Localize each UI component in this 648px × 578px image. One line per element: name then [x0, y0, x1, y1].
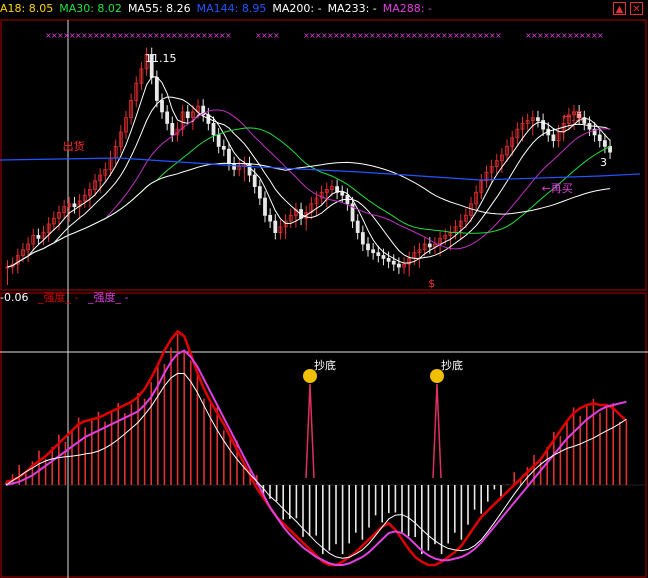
ma-magenta-line — [7, 109, 611, 268]
price-panel-frame — [0, 19, 647, 291]
ma-legend-item: A18: 8.05 — [0, 2, 54, 15]
candle-body — [185, 111, 190, 119]
candle-body — [340, 191, 345, 196]
price-annotation: 出货 — [63, 139, 85, 153]
ma-legend: A18: 8.05 MA30: 8.02 MA55: 8.26 MA144: 8.95… — [0, 0, 648, 18]
candle-body — [160, 100, 164, 113]
strength-label-red: _强度_ — [37, 291, 71, 304]
strength-value-magenta: - — [124, 291, 129, 304]
candle-body — [216, 134, 221, 147]
candle-body — [376, 252, 381, 256]
candle-body — [221, 145, 226, 150]
price-annotation: $ — [428, 277, 435, 290]
candle-body — [247, 163, 252, 176]
price-annotation: 3 — [600, 156, 607, 169]
candle-body — [170, 123, 175, 136]
candle-body — [165, 111, 170, 124]
candle-body — [263, 197, 267, 216]
indicator-value: -0.06 — [0, 291, 29, 304]
candle-body — [355, 220, 360, 233]
candle-body — [427, 243, 432, 248]
candle-body — [391, 260, 396, 265]
chart-canvas: × × × × × × × × × × × × × × × × × × × × × × × × × × × × × × × × × × × × × × × ×… — [0, 19, 648, 578]
signal-marker: × — [225, 31, 232, 40]
candle-body — [371, 249, 376, 254]
candle-body — [211, 123, 216, 136]
strength-label-magenta: _强度_ — [87, 291, 121, 304]
price-annotation: 11.15 — [145, 52, 177, 65]
ma-legend-item: MA55: 8.26 — [127, 2, 191, 15]
bottom-signal-label: 抄底 — [314, 358, 336, 372]
ma-legend-item: MA288: - — [382, 2, 432, 15]
candle-body — [72, 203, 77, 208]
candle-body — [396, 263, 401, 268]
candle-body — [227, 148, 231, 165]
bottom-signal-label: 抄底 — [441, 358, 463, 372]
signal-marker: × — [273, 31, 280, 40]
close-icon[interactable]: ✕ — [630, 2, 643, 15]
indicator-legend: -0.06 _强度_ - _强度_ - — [0, 291, 128, 305]
signal-marker: × — [597, 31, 604, 40]
candle-body — [154, 77, 159, 101]
candle-body — [232, 163, 237, 170]
candle-body — [366, 243, 370, 251]
price-annotation: ←再买 — [542, 182, 573, 195]
signal-marker: × — [495, 31, 502, 40]
ma-mid-line — [7, 96, 611, 268]
candle-body — [257, 186, 262, 199]
up-arrow-icon[interactable]: ▲ — [613, 2, 626, 15]
ma-legend-item: MA233: - — [327, 2, 377, 15]
bottom-spike — [305, 383, 315, 479]
ma-legend-item: MA30: 8.02 — [59, 2, 122, 15]
candle-body — [252, 174, 257, 187]
candle-body — [36, 235, 41, 239]
candle-body — [268, 214, 273, 222]
candle-body — [360, 232, 365, 245]
bottom-spike — [432, 383, 442, 479]
candle-body — [386, 258, 391, 262]
strength-value-red: - — [74, 291, 79, 304]
ma-short-line — [7, 76, 611, 268]
price-annotation: ←顶 — [562, 110, 582, 123]
candle-body — [551, 134, 556, 142]
ma-legend-item: MA144: 8.95 — [196, 2, 267, 15]
ma-legend-item: MA200: - — [272, 2, 322, 15]
candle-body — [273, 220, 278, 233]
candle-body — [603, 140, 607, 147]
candle-body — [597, 134, 602, 142]
candle-body — [536, 117, 540, 121]
candle-body — [381, 255, 386, 259]
